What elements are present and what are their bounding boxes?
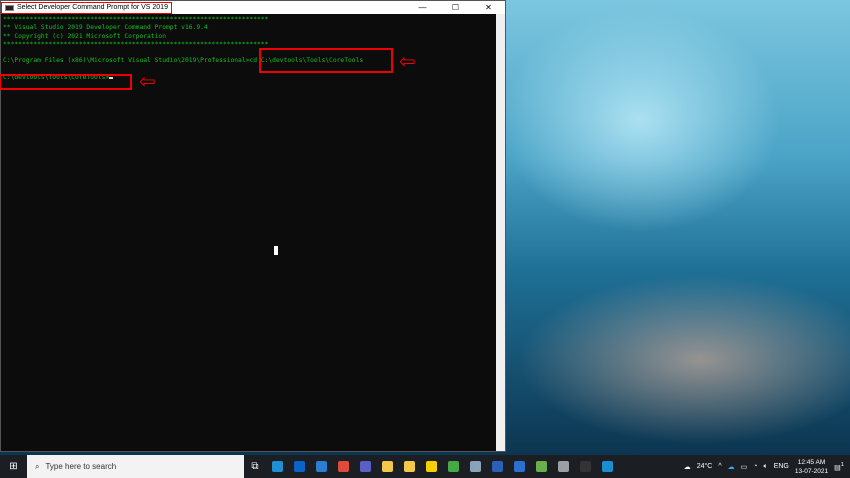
search-icon: ⌕ — [35, 461, 40, 471]
terminal-line: ****************************************… — [3, 40, 269, 48]
command-prompt-window[interactable]: Select Developer Command Prompt for VS 2… — [0, 0, 506, 452]
paint-taskbar-icon[interactable] — [530, 455, 552, 478]
terminal-line: ** Copyright (c) 2021 Microsoft Corporat… — [3, 32, 167, 40]
app-gray-icon — [469, 461, 481, 472]
command-prompt-icon — [5, 4, 14, 11]
clock[interactable]: 12:45 AM 13-07-2021 — [795, 458, 828, 476]
terminal-line: C:\Program Files (x86)\Microsoft Visual … — [3, 57, 364, 65]
search-box[interactable]: ⌕ Type here to search — [27, 455, 244, 478]
minimize-button[interactable]: — — [406, 3, 439, 12]
arrow-icon: ⇦ — [399, 51, 416, 73]
date: 13-07-2021 — [794, 467, 829, 475]
outlook-icon — [293, 461, 305, 472]
sticky-notes-taskbar-icon[interactable] — [420, 455, 442, 478]
close-button[interactable]: ✕ — [472, 3, 505, 12]
highlight-box-cd-command — [259, 48, 393, 73]
taskbar: ⊞ ⌕ Type here to search ⧉ ☁ 24°C ^ ☁ ▭ ◔… — [0, 455, 850, 478]
chrome-taskbar-icon[interactable] — [332, 455, 354, 478]
chrome-2-icon — [601, 461, 613, 472]
word-icon — [491, 461, 503, 472]
file-explorer-2-icon — [403, 461, 415, 472]
file-explorer-taskbar-icon[interactable] — [376, 455, 398, 478]
volume-icon[interactable]: 🔈︎ — [764, 463, 768, 471]
language[interactable]: ENG — [774, 463, 789, 470]
battery-icon[interactable]: ▭ — [741, 463, 748, 471]
chrome-icon — [337, 461, 349, 472]
word-2-icon — [513, 461, 525, 472]
notification-count: 1 — [840, 461, 844, 468]
edge-taskbar-icon[interactable] — [266, 455, 288, 478]
tool-taskbar-icon[interactable] — [552, 455, 574, 478]
highlight-box-prompt — [0, 74, 132, 90]
outlook-taskbar-icon[interactable] — [288, 455, 310, 478]
window-title-highlight: Select Developer Command Prompt for VS 2… — [1, 1, 172, 14]
maps-taskbar-icon[interactable] — [442, 455, 464, 478]
word-2-taskbar-icon[interactable] — [508, 455, 530, 478]
file-explorer-2-taskbar-icon[interactable] — [398, 455, 420, 478]
maps-icon — [447, 461, 459, 472]
weather-temp[interactable]: 24°C — [697, 463, 713, 470]
teams-icon — [359, 461, 371, 472]
sticky-notes-icon — [425, 461, 437, 472]
word-taskbar-icon[interactable] — [486, 455, 508, 478]
paint-icon — [535, 461, 547, 472]
title-bar[interactable]: Select Developer Command Prompt for VS 2… — [1, 1, 505, 14]
time: 12:45 AM — [797, 458, 826, 466]
file-explorer-icon — [381, 461, 393, 472]
onedrive-icon[interactable]: ☁ — [728, 463, 735, 471]
search-placeholder: Type here to search — [45, 462, 117, 471]
chevron-up-icon[interactable]: ^ — [718, 463, 721, 470]
scrollbar[interactable] — [496, 14, 505, 451]
windows-start-icon[interactable]: ⊞ — [0, 461, 27, 472]
teams-people-icon — [315, 461, 327, 472]
network-icon[interactable]: ◔ — [753, 463, 757, 470]
teams-taskbar-icon[interactable] — [354, 455, 376, 478]
notification-icon[interactable]: ▤1 — [834, 462, 844, 471]
terminal-line: ** Visual Studio 2019 Developer Command … — [3, 24, 208, 32]
app-gray-taskbar-icon[interactable] — [464, 455, 486, 478]
edge-icon — [271, 461, 283, 472]
command-prompt-icon — [579, 461, 591, 472]
terminal-line: ****************************************… — [3, 16, 269, 23]
maximize-button[interactable]: ☐ — [439, 3, 472, 12]
command-prompt-taskbar-icon[interactable] — [574, 455, 596, 478]
chrome-2-taskbar-icon[interactable] — [596, 455, 618, 478]
tool-icon — [557, 461, 569, 472]
task-view-icon[interactable]: ⧉ — [244, 455, 266, 478]
teams-people-taskbar-icon[interactable] — [310, 455, 332, 478]
mouse-ibeam-cursor — [274, 246, 278, 255]
weather-icon: ☁ — [683, 463, 691, 471]
window-title: Select Developer Command Prompt for VS 2… — [17, 4, 168, 11]
arrow-icon: ⇦ — [139, 71, 156, 93]
